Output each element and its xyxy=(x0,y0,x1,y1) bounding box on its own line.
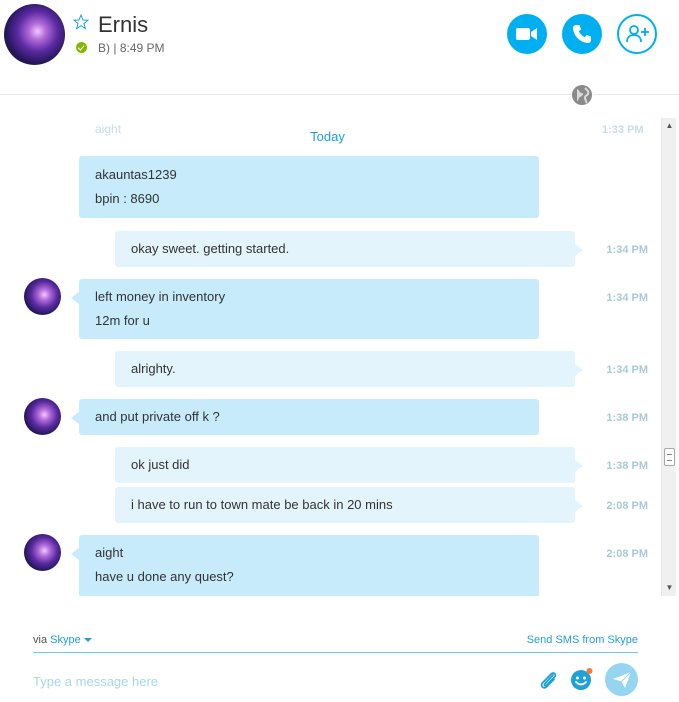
conversation-header: Ernis B) | 8:49 PM xyxy=(0,0,679,95)
contact-name[interactable]: Ernis xyxy=(98,12,148,38)
status-separator: | xyxy=(113,41,117,55)
contact-mood: B) xyxy=(98,41,110,55)
message-text: akauntas1239 xyxy=(95,167,177,182)
phone-icon xyxy=(573,25,591,43)
send-sms-link[interactable]: Send SMS from Skype xyxy=(527,634,638,646)
message-bubble-incoming[interactable]: left money in inventory 12m for u xyxy=(71,279,539,339)
message-timestamp: 2:08 PM xyxy=(606,548,648,560)
contact-avatar-small[interactable] xyxy=(24,534,61,571)
message-bubble-outgoing[interactable]: okay sweet. getting started. xyxy=(115,231,583,267)
message-timestamp: 2:08 PM xyxy=(606,500,648,512)
online-check-icon xyxy=(76,42,87,53)
paperclip-icon[interactable] xyxy=(537,668,559,692)
message-bubble-incoming[interactable]: and put private off k ? xyxy=(71,399,539,435)
contact-status-line: B) | 8:49 PM xyxy=(98,41,165,55)
message-bubble-outgoing[interactable]: i have to run to town mate be back in 20… xyxy=(115,487,583,523)
contact-avatar-small[interactable] xyxy=(24,398,61,435)
message-text: okay sweet. getting started. xyxy=(131,241,290,256)
chevron-down-icon[interactable] xyxy=(83,637,92,643)
message-text: aight xyxy=(95,545,124,560)
add-people-button[interactable] xyxy=(617,14,657,54)
via-label: via xyxy=(33,634,48,646)
contact-local-time: 8:49 PM xyxy=(119,41,165,55)
message-timestamp: 1:38 PM xyxy=(606,412,648,424)
scroll-thumb[interactable] xyxy=(664,448,675,466)
send-button[interactable] xyxy=(605,663,638,696)
emoticon-icon[interactable] xyxy=(570,667,594,691)
send-icon xyxy=(612,671,631,688)
message-text: left money in inventory xyxy=(95,289,226,304)
composer-divider xyxy=(33,652,638,653)
scroll-down-arrow-icon[interactable]: ▼ xyxy=(662,582,677,594)
via-service-selector[interactable]: via Skype xyxy=(33,634,92,646)
video-camera-icon xyxy=(516,28,537,40)
message-timestamp: 1:38 PM xyxy=(606,460,648,472)
message-text: alrighty. xyxy=(131,361,176,376)
scroll-up-arrow-icon[interactable]: ▲ xyxy=(662,120,677,132)
video-call-button[interactable] xyxy=(507,14,547,54)
message-history[interactable]: aight 1:33 PM Today akauntas1239 bpin : … xyxy=(0,96,660,596)
add-contact-icon xyxy=(626,25,649,43)
chat-scrollbar[interactable]: ▲ ▼ xyxy=(661,118,676,596)
message-timestamp: 1:34 PM xyxy=(606,292,648,304)
audio-call-button[interactable] xyxy=(562,14,602,54)
contact-avatar[interactable] xyxy=(4,4,65,65)
message-bubble-incoming[interactable]: aight have u done any quest? xyxy=(71,535,539,596)
contact-avatar-small[interactable] xyxy=(24,278,61,315)
message-text: i have to run to town mate be back in 20… xyxy=(131,497,393,512)
message-bubble-incoming[interactable]: akauntas1239 bpin : 8690 xyxy=(79,156,539,218)
star-icon[interactable] xyxy=(73,14,89,30)
via-service-name[interactable]: Skype xyxy=(50,634,81,646)
message-text: 12m for u xyxy=(95,313,150,328)
message-text: bpin : 8690 xyxy=(95,191,160,206)
date-divider: Today xyxy=(310,129,345,144)
message-timestamp: 1:34 PM xyxy=(606,244,648,256)
message-text: have u done any quest? xyxy=(95,569,234,584)
message-bubble-outgoing[interactable]: alrighty. xyxy=(115,351,583,387)
message-text: ok just did xyxy=(131,457,190,472)
message-input[interactable] xyxy=(33,669,513,693)
message-bubble-outgoing[interactable]: ok just did xyxy=(115,447,583,483)
message-timestamp: 1:34 PM xyxy=(606,364,648,376)
message-text: and put private off k ? xyxy=(95,409,220,424)
